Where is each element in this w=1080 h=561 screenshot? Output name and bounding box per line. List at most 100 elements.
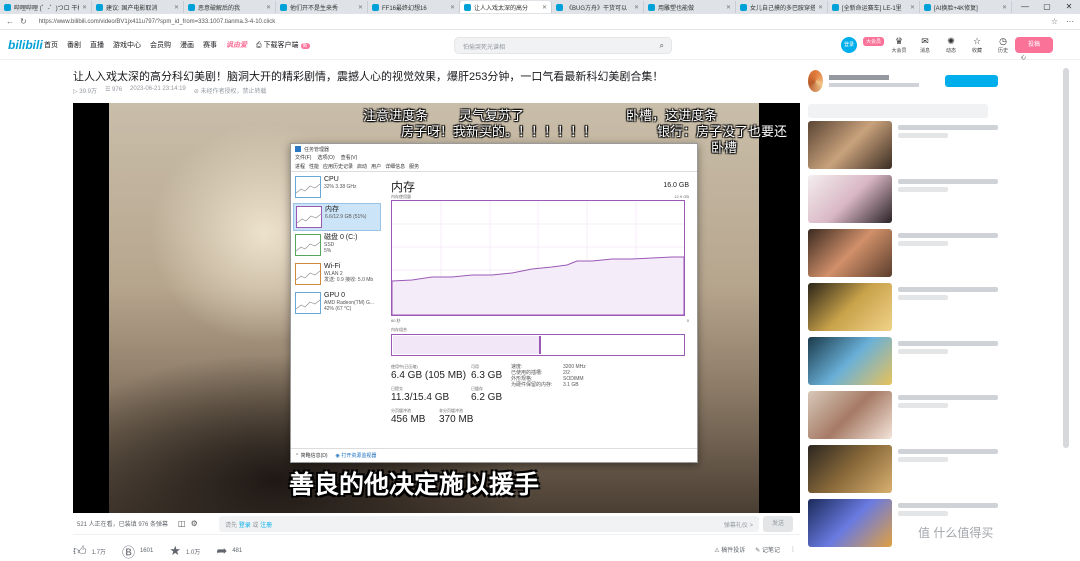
star-icon[interactable]: ☆ — [1051, 17, 1058, 26]
browser-tab[interactable]: 用雕塑也能做 ✕ — [644, 1, 736, 13]
nav-highlight[interactable]: 讽由爱 — [226, 40, 247, 50]
nav-item[interactable]: 直播 — [90, 40, 104, 50]
message-button[interactable]: ✉ 消息 — [917, 36, 933, 61]
note-button[interactable]: ✎ 记笔记 — [755, 545, 780, 554]
fewer-details-button[interactable]: ⌃ 简略信息(D) — [295, 452, 328, 459]
recommend-item[interactable] — [808, 337, 998, 388]
browser-tab[interactable]: 建议: 国产电影取消 ✕ — [92, 1, 184, 13]
send-button[interactable]: 发送 — [763, 516, 793, 532]
resource-monitor-link[interactable]: ◉ 打开资源监视器 — [336, 452, 377, 459]
tm-tab[interactable]: 详细信息 — [385, 163, 405, 171]
close-icon[interactable]: ✕ — [634, 4, 639, 11]
close-icon[interactable]: ✕ — [542, 4, 547, 11]
bilibili-logo[interactable]: bilibili — [8, 38, 43, 52]
video-player[interactable]: 注意进度条 灵气复苏了 卧槽，这进度条 房子呀！我新买的。！！！！！！ 银行：房子没了也… — [73, 103, 800, 513]
maximize-icon[interactable]: ▢ — [1036, 0, 1058, 14]
close-icon[interactable]: ✕ — [1058, 0, 1080, 14]
follow-button[interactable] — [944, 75, 998, 87]
like-button[interactable]: 👍︎ 1.7万 — [73, 543, 106, 559]
url-field[interactable]: https://www.bilibili.com/video/BV1jx411u… — [39, 19, 276, 25]
close-icon[interactable]: ✕ — [1002, 4, 1007, 11]
recommend-item[interactable] — [808, 121, 998, 172]
recommend-thumbnail[interactable] — [808, 121, 892, 169]
close-icon[interactable]: ✕ — [818, 4, 823, 11]
close-icon[interactable]: ✕ — [82, 4, 87, 11]
close-icon[interactable]: ✕ — [358, 4, 363, 11]
uploader-card[interactable] — [808, 66, 998, 96]
download-client-link[interactable]: ⎙ 下载客户端新 — [256, 40, 310, 50]
recommend-thumbnail[interactable] — [808, 337, 892, 385]
close-icon[interactable]: ✕ — [726, 4, 731, 11]
perf-item-mem[interactable]: 内存 6.6/12.9 GB (51%) — [293, 203, 381, 231]
uploader-avatar[interactable] — [808, 70, 823, 92]
report-button[interactable]: ⚠ 稿件投诉 — [714, 545, 745, 554]
vip-button[interactable]: ♛ 大会员 — [891, 36, 907, 61]
upload-button[interactable]: 投稿 — [1015, 37, 1053, 53]
recommend-thumbnail[interactable] — [808, 229, 892, 277]
perf-item-disk[interactable]: 磁盘 0 (C:) SSD 5% — [293, 232, 381, 260]
tm-tab[interactable]: 启动 — [357, 163, 367, 171]
browser-tab[interactable]: [AI换脸+4K修复] ✕ — [920, 1, 1012, 13]
browser-tab[interactable]: 让人入戏太深的高分 ✕ — [460, 1, 552, 13]
recommend-thumbnail[interactable] — [808, 283, 892, 331]
close-icon[interactable]: ✕ — [266, 4, 271, 11]
recommend-thumbnail[interactable] — [808, 499, 892, 547]
danmaku-toggle-icon[interactable]: ◫ — [178, 519, 186, 528]
close-icon[interactable]: ✕ — [910, 4, 915, 11]
close-icon[interactable]: ✕ — [450, 4, 455, 11]
danmaku-etiquette-link[interactable]: 弹幕礼仪 > — [724, 520, 753, 529]
browser-tab[interactable]: 恶意破解后的我 ✕ — [184, 1, 276, 13]
recommend-item[interactable] — [808, 283, 998, 334]
browser-tab[interactable]: [全新命运赛车] LE-1里 ✕ — [828, 1, 920, 13]
extensions-icon[interactable]: ⋯ — [1066, 17, 1074, 26]
search-input[interactable]: 怕偷哭死光谱相 ⌕ — [454, 37, 672, 54]
browser-tab[interactable]: 他们开不是生来秀 ✕ — [276, 1, 368, 13]
history-button[interactable]: ◷ 历史 — [995, 36, 1011, 61]
nav-item[interactable]: 首页 — [44, 40, 58, 50]
tm-menu-item[interactable]: 文件(F) — [295, 154, 311, 163]
danmaku-settings-icon[interactable]: ⚙ — [191, 519, 198, 528]
tm-tab[interactable]: 应用历史记录 — [323, 163, 353, 171]
tm-tab[interactable]: 服务 — [409, 163, 419, 171]
recommend-thumbnail[interactable] — [808, 175, 892, 223]
refresh-icon[interactable]: ↻ — [20, 17, 27, 26]
recommend-item[interactable] — [808, 175, 998, 226]
perf-item-cpu[interactable]: CPU 32% 3.38 GHz — [293, 174, 381, 202]
tm-tab[interactable]: 用户 — [371, 163, 381, 171]
recommend-item[interactable] — [808, 391, 998, 442]
danmaku-input[interactable]: 请先 登录 或 注册 弹幕礼仪 > — [219, 516, 759, 532]
tm-menu-item[interactable]: 选项(O) — [317, 154, 334, 163]
recommend-thumbnail[interactable] — [808, 391, 892, 439]
register-link[interactable]: 注册 — [260, 523, 272, 529]
browser-tab[interactable]: 哔哩哔哩 (゜-゜)つロ 干杯~✕ — [0, 1, 92, 13]
perf-item-cpu[interactable]: GPU 0 AMD Radeon(TM) G... 42% (67 °C) — [293, 290, 381, 318]
nav-item[interactable]: 游戏中心 — [113, 40, 141, 50]
recommend-thumbnail[interactable] — [808, 445, 892, 493]
avatar[interactable]: 登录 — [841, 37, 857, 53]
tm-tab[interactable]: 性能 — [309, 163, 319, 171]
nav-item[interactable]: 漫画 — [180, 40, 194, 50]
nav-item[interactable]: 会员购 — [150, 40, 171, 50]
back-icon[interactable]: ← — [6, 17, 14, 26]
favorite-button[interactable]: ☆ 收藏 — [969, 36, 985, 61]
browser-tab[interactable]: 《BUG方舟》干货可以 ✕ — [552, 1, 644, 13]
minimize-icon[interactable]: — — [1014, 0, 1036, 14]
tm-menu-item[interactable]: 查看(V) — [341, 154, 358, 163]
nav-item[interactable]: 番剧 — [67, 40, 81, 50]
close-icon[interactable]: ✕ — [174, 4, 179, 11]
browser-tab[interactable]: 女儿自己摸的多巴胺穿搭 ✕ — [736, 1, 828, 13]
perf-item-net[interactable]: Wi-Fi WLAN 2 发送: 0.9 接收: 5.0 Mb — [293, 261, 381, 289]
tm-tab[interactable]: 进程 — [295, 163, 305, 171]
vip-badge[interactable]: 大会员 — [863, 37, 885, 46]
nav-item[interactable]: 赛事 — [203, 40, 217, 50]
share-button[interactable]: ➦ 481 — [216, 543, 242, 559]
more-icon[interactable]: ⋮ — [790, 546, 796, 553]
recommend-item[interactable] — [808, 445, 998, 496]
browser-tab[interactable]: FF16最终幻想16 ✕ — [368, 1, 460, 13]
coin-button[interactable]: Ⓑ 1601 — [122, 542, 153, 561]
recommend-item[interactable] — [808, 229, 998, 280]
search-icon[interactable]: ⌕ — [660, 41, 664, 51]
dynamic-button[interactable]: ✺ 动态 — [943, 36, 959, 61]
page-scrollbar[interactable] — [1062, 60, 1070, 561]
favorite-button[interactable]: ★ 1.0万 — [169, 543, 200, 559]
